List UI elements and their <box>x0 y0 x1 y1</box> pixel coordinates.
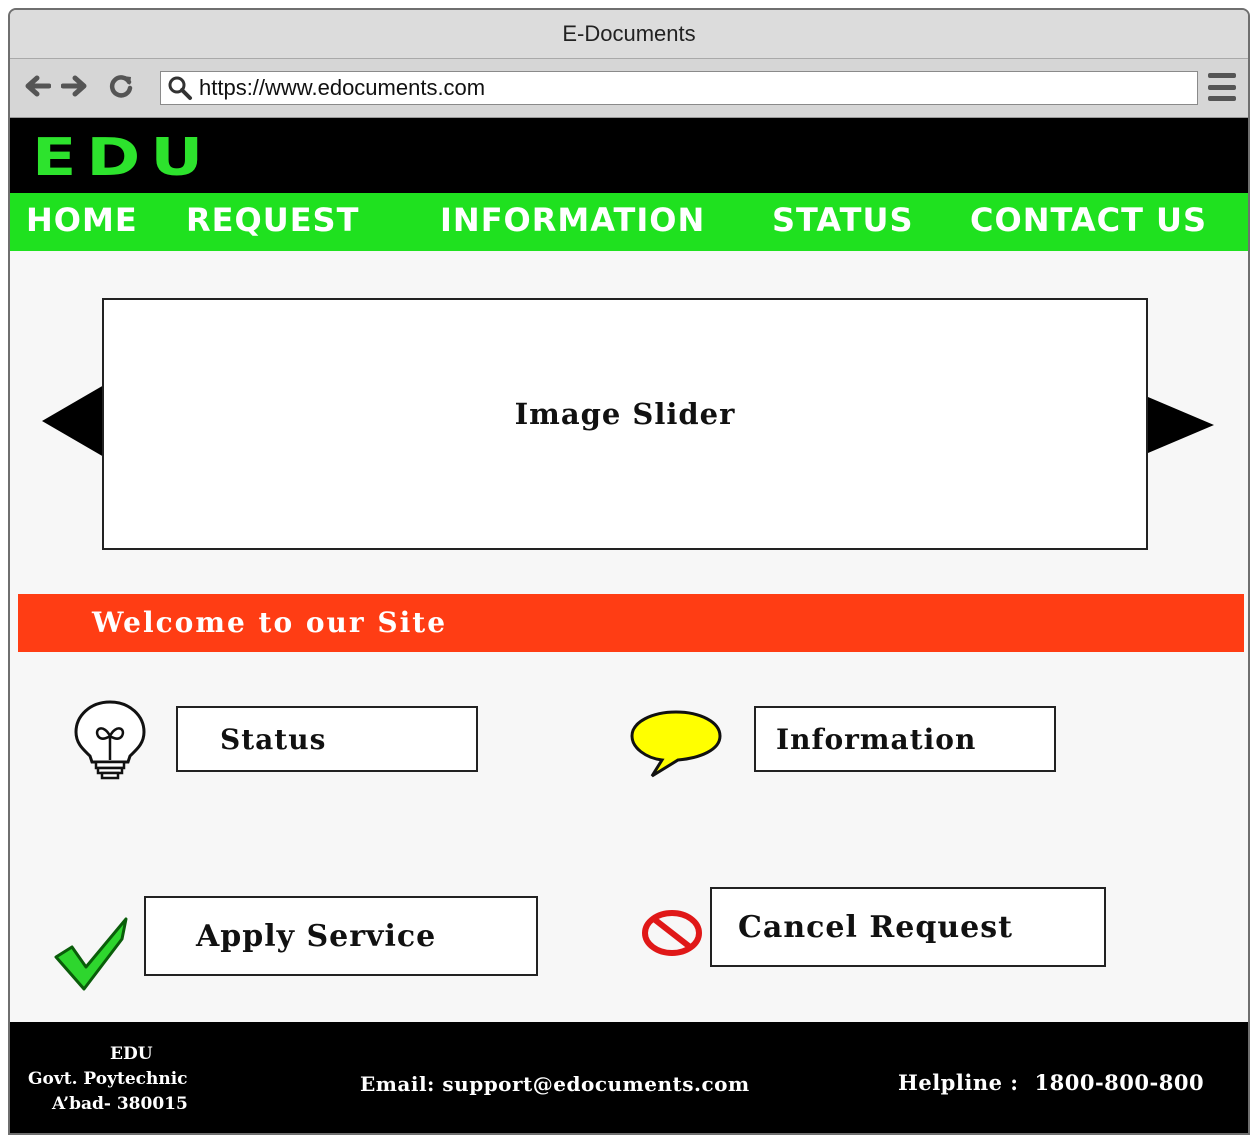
arrow-right-icon <box>61 75 87 97</box>
reload-icon <box>109 75 133 98</box>
lightbulb-icon <box>74 700 146 780</box>
information-button-label: Information <box>776 722 977 756</box>
address-bar[interactable] <box>160 71 1198 105</box>
status-button-label: Status <box>220 722 327 756</box>
triangle-left-icon[interactable] <box>42 385 104 457</box>
main-navigation: HOME REQUEST INFORMATION STATUS CONTACT … <box>10 193 1248 251</box>
hamburger-line <box>1208 84 1236 90</box>
apply-service-button[interactable]: Apply Service <box>144 896 538 976</box>
reload-button[interactable] <box>106 71 136 101</box>
cancel-request-button[interactable]: Cancel Request <box>710 887 1106 967</box>
forward-button[interactable] <box>60 71 90 101</box>
footer-org-name: EDU <box>110 1044 153 1064</box>
nav-status[interactable]: STATUS <box>772 201 914 239</box>
logo-bar: EDU <box>10 118 1248 193</box>
triangle-right-icon[interactable] <box>1148 397 1214 453</box>
site-logo[interactable]: EDU <box>32 128 213 188</box>
information-button[interactable]: Information <box>754 706 1056 772</box>
main-content: Image Slider Welcome to our Site Status … <box>10 251 1248 1022</box>
window-title: E-Documents <box>562 21 696 46</box>
welcome-text: Welcome to our Site <box>92 606 448 639</box>
arrow-left-icon <box>25 75 51 97</box>
browser-menu-button[interactable] <box>1208 73 1236 101</box>
cancel-request-button-label: Cancel Request <box>738 909 1013 945</box>
site-footer: EDU Govt. Poytechnic A’bad- 380015 Email… <box>10 1022 1248 1133</box>
search-icon <box>168 76 192 100</box>
url-input[interactable] <box>199 75 1179 101</box>
prohibited-icon <box>642 910 702 956</box>
speech-bubble-icon <box>630 710 722 778</box>
status-button[interactable]: Status <box>176 706 478 772</box>
back-button[interactable] <box>22 71 52 101</box>
nav-information[interactable]: INFORMATION <box>440 201 705 239</box>
nav-contact-us[interactable]: CONTACT US <box>970 201 1207 239</box>
image-slider[interactable]: Image Slider <box>102 298 1148 550</box>
footer-org-line3: A’bad- 380015 <box>52 1094 188 1114</box>
nav-home[interactable]: HOME <box>26 201 138 239</box>
slider-label: Image Slider <box>514 397 736 431</box>
helpline-label: Helpline : <box>898 1070 1019 1095</box>
checkmark-icon <box>54 917 128 991</box>
hamburger-menu-icon <box>1208 73 1236 78</box>
footer-email[interactable]: Email: support@edocuments.com <box>360 1072 750 1096</box>
welcome-banner: Welcome to our Site <box>18 594 1244 652</box>
hamburger-line <box>1208 96 1236 101</box>
footer-helpline: Helpline : 1800-800-800 <box>898 1070 1204 1095</box>
apply-service-button-label: Apply Service <box>196 918 437 954</box>
nav-request[interactable]: REQUEST <box>186 201 359 239</box>
browser-toolbar <box>10 59 1248 118</box>
helpline-number[interactable]: 1800-800-800 <box>1035 1070 1205 1095</box>
browser-window: E-Documents https://www.edocuments.com E… <box>8 8 1250 1135</box>
footer-address: EDU Govt. Poytechnic A’bad- 380015 <box>28 1042 248 1117</box>
footer-org-line2: Govt. Poytechnic <box>28 1069 188 1089</box>
window-titlebar: E-Documents <box>10 10 1248 59</box>
